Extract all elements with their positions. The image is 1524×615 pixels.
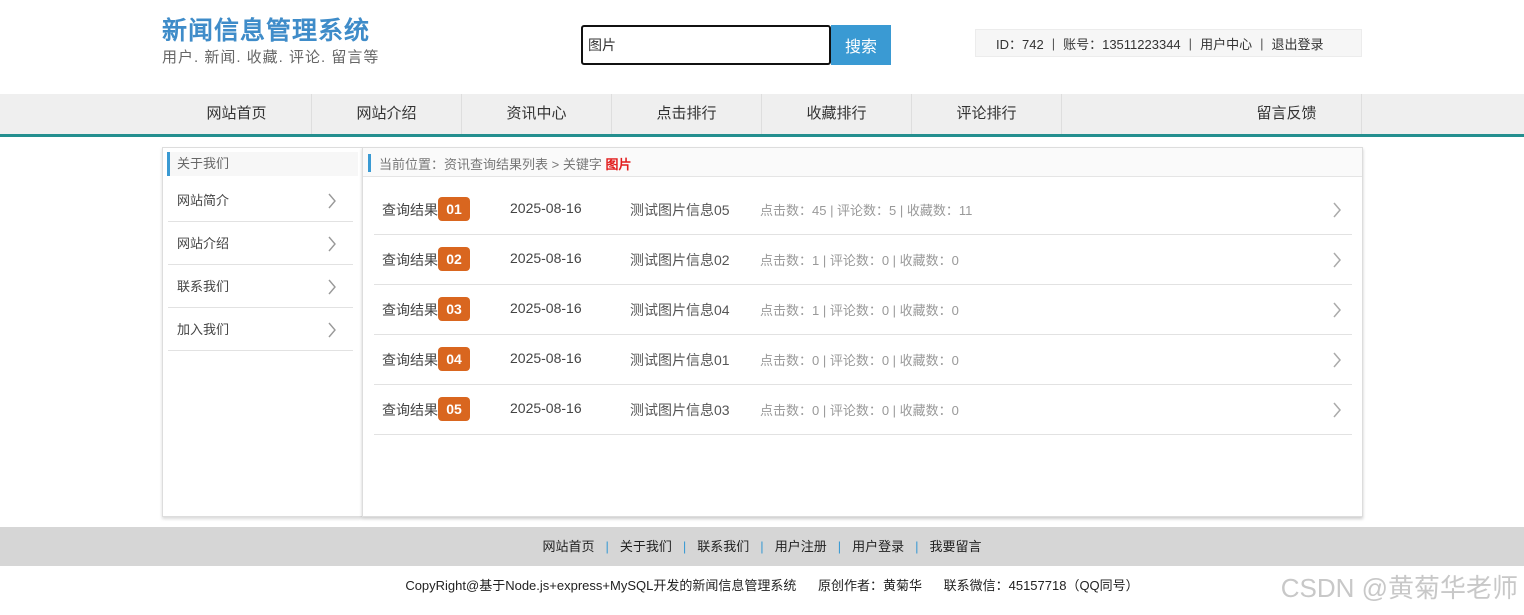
nav-item-feedback[interactable]: 留言反馈 [1212,94,1362,134]
sidebar-item-label: 网站简介 [177,193,230,208]
footer-links: 网站首页 | 关于我们 | 联系我们 | 用户注册 | 用户登录 | 我要留言 [0,527,1524,566]
nav-item-intro[interactable]: 网站介绍 [312,94,462,134]
chevron-right-icon [1332,352,1342,371]
result-label: 查询结果 [382,402,438,418]
result-rank-badge: 04 [438,347,470,371]
site-title: 新闻信息管理系统 [162,17,371,45]
footer-link-message[interactable]: 我要留言 [930,539,982,554]
search-button[interactable]: 搜索 [831,25,891,65]
sidebar-item-join[interactable]: 加入我们 [168,308,353,351]
result-date: 2025-08-16 [510,250,582,266]
chevron-right-icon [1332,402,1342,421]
chevron-right-icon [327,265,341,308]
chevron-right-icon [1332,202,1342,221]
footer-link-register[interactable]: 用户注册 [775,539,827,554]
breadcrumb-text: 当前位置：资讯查询结果列表 > 关键字 图片 [379,154,631,173]
result-date: 2025-08-16 [510,400,582,416]
user-info-bar: ID：742 | 账号：13511223344 | 用户中心 | 退出登录 [975,29,1362,57]
search-input[interactable] [581,25,831,65]
chevron-right-icon [327,179,341,222]
chevron-right-icon [327,308,341,351]
sidebar-item-label: 网站介绍 [177,236,230,251]
chevron-right-icon [1332,302,1342,321]
result-stats: 点击数：1 | 评论数：0 | 收藏数：0 [760,253,959,268]
sidebar-item-site-intro[interactable]: 网站简介 [168,179,353,222]
footer-link-home[interactable]: 网站首页 [542,539,594,554]
result-title-link[interactable]: 测试图片信息05 [630,200,730,220]
result-label: 查询结果 [382,202,438,218]
result-label: 查询结果 [382,302,438,318]
separator: | [682,539,687,554]
results-panel: 当前位置：资讯查询结果列表 > 关键字 图片 查询结果 01 2025-08-1… [362,147,1363,517]
separator: | [605,539,609,554]
watermark: CSDN @黄菊华老师 [1280,573,1518,603]
author-text: 原创作者：黄菊华 [817,578,922,593]
result-rank-badge: 02 [438,247,470,271]
nav-item-home[interactable]: 网站首页 [162,94,312,134]
result-stats: 点击数：45 | 评论数：5 | 收藏数：11 [760,203,973,218]
result-stats: 点击数：0 | 评论数：0 | 收藏数：0 [760,403,959,418]
result-date: 2025-08-16 [510,350,582,366]
sidebar: 关于我们 网站简介 网站介绍 联系我们 加入我们 [162,147,362,517]
brand: 新闻信息管理系统 用户. 新闻. 收藏. 评论. 留言等 [162,15,379,69]
result-rank-badge: 03 [438,297,470,321]
result-date: 2025-08-16 [510,200,582,216]
separator: | [837,539,842,554]
nav-underline [0,134,1524,137]
footer-link-about[interactable]: 关于我们 [620,539,672,554]
result-row[interactable]: 查询结果 01 2025-08-16 测试图片信息05 点击数：45 | 评论数… [374,185,1352,235]
nav-item-click-rank[interactable]: 点击排行 [612,94,762,134]
sidebar-title: 关于我们 [167,152,358,176]
separator: | [915,539,919,554]
chevron-right-icon [1332,252,1342,271]
site-subtitle: 用户. 新闻. 收藏. 评论. 留言等 [162,49,380,66]
result-title-link[interactable]: 测试图片信息03 [630,400,730,420]
nav-item-comment-rank[interactable]: 评论排行 [912,94,1062,134]
user-account: 账号：13511223344 [1063,36,1181,52]
nav-item-fav-rank[interactable]: 收藏排行 [762,94,912,134]
result-label: 查询结果 [382,252,438,268]
separator: | [760,539,764,554]
user-center-link[interactable]: 用户中心 [1200,34,1252,53]
result-row[interactable]: 查询结果 04 2025-08-16 测试图片信息01 点击数：0 | 评论数：… [374,335,1352,385]
separator: | [1260,35,1264,51]
logout-link[interactable]: 退出登录 [1271,34,1323,53]
result-stats: 点击数：1 | 评论数：0 | 收藏数：0 [760,303,959,318]
breadcrumb: 当前位置：资讯查询结果列表 > 关键字 图片 [363,148,1362,177]
user-id: ID：742 [996,36,1044,52]
footer-link-contact[interactable]: 联系我们 [697,539,749,554]
result-label: 查询结果 [382,352,438,368]
contact-text: 联系微信：45157718（QQ同号） [943,578,1139,593]
result-row[interactable]: 查询结果 05 2025-08-16 测试图片信息03 点击数：0 | 评论数：… [374,385,1352,435]
result-rank-badge: 01 [438,197,470,221]
result-title-link[interactable]: 测试图片信息02 [630,250,730,270]
result-title-link[interactable]: 测试图片信息04 [630,300,730,320]
sidebar-item-label: 加入我们 [177,322,230,337]
result-date: 2025-08-16 [510,300,582,316]
result-title-link[interactable]: 测试图片信息01 [630,350,730,370]
breadcrumb-marker [368,154,371,172]
sidebar-item-site-about[interactable]: 网站介绍 [168,222,353,265]
copyright-text: CopyRight@基于Node.js+express+MySQL开发的新闻信息… [405,578,797,593]
result-stats: 点击数：0 | 评论数：0 | 收藏数：0 [760,353,959,368]
sidebar-item-label: 联系我们 [177,279,230,294]
separator: | [1188,35,1193,51]
nav-item-news[interactable]: 资讯中心 [462,94,612,134]
result-row[interactable]: 查询结果 03 2025-08-16 测试图片信息04 点击数：1 | 评论数：… [374,285,1352,335]
chevron-right-icon [327,222,341,265]
result-row[interactable]: 查询结果 02 2025-08-16 测试图片信息02 点击数：1 | 评论数：… [374,235,1352,285]
separator: | [1051,35,1056,51]
breadcrumb-keyword: 图片 [605,157,632,172]
result-rank-badge: 05 [438,397,470,421]
breadcrumb-path: 当前位置：资讯查询结果列表 > 关键字 [379,157,602,172]
footer-link-login[interactable]: 用户登录 [852,539,904,554]
sidebar-item-contact[interactable]: 联系我们 [168,265,353,308]
